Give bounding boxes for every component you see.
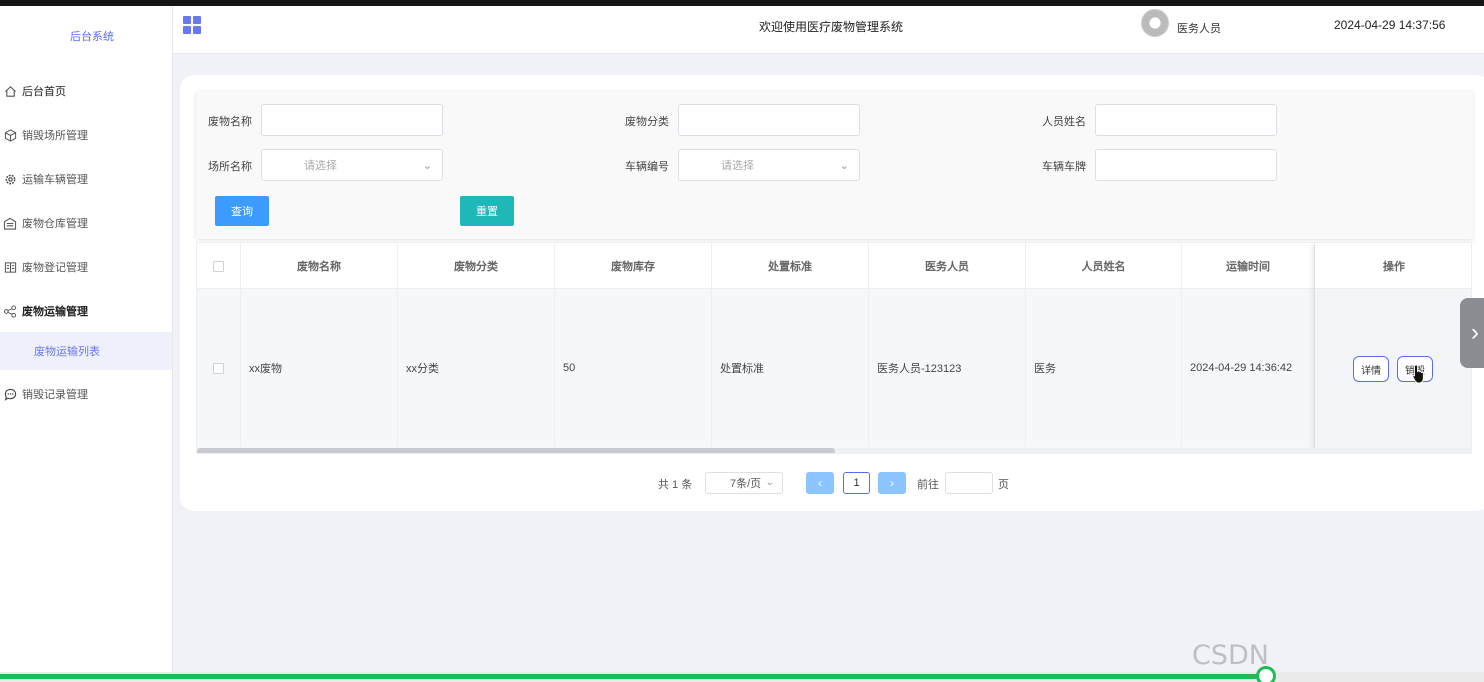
cell-standard: 处置标准 (712, 289, 869, 447)
welcome-title: 欢迎使用医疗废物管理系统 (759, 20, 904, 34)
select-all-cell (197, 243, 241, 289)
detail-button[interactable]: 详情 (1353, 356, 1389, 382)
column-header[interactable]: 处置标准 (712, 243, 869, 289)
share-icon (2, 303, 18, 319)
chevron-right-icon: › (1471, 319, 1479, 346)
waste-name-input[interactable] (261, 104, 443, 136)
next-slide-button[interactable]: › (1460, 298, 1484, 368)
cell-transport-time: 2024-04-29 14:36:42 (1182, 289, 1315, 447)
goto-page-input[interactable] (945, 472, 993, 494)
waste-name-label: 废物名称 (208, 116, 252, 128)
sidebar-item-label: 运输车辆管理 (22, 174, 88, 186)
staff-name-input[interactable] (1095, 104, 1277, 136)
total-count: 共 1 条 (658, 479, 693, 491)
page-size-value: 7条/页 (730, 478, 762, 490)
cell-person: 医务 (1026, 289, 1182, 447)
sidebar-item-destroy-site[interactable]: 销毁场所管理 (0, 116, 172, 154)
top-header: 欢迎使用医疗废物管理系统 医务人员 2024-04-29 14:37:56 (173, 6, 1484, 54)
sidebar-item-destroy-records[interactable]: 销毁记录管理 (0, 375, 172, 413)
next-page-button[interactable]: › (878, 472, 906, 494)
chevron-down-icon: ⌄ (839, 160, 849, 172)
reset-button[interactable]: 重置 (460, 196, 514, 226)
sidebar-item-transport[interactable]: 废物运输管理 (0, 292, 172, 330)
cell-staff: 医务人员-123123 (869, 289, 1026, 447)
site-name-placeholder: 请选择 (304, 160, 337, 172)
avatar[interactable] (1141, 9, 1169, 37)
sidebar-item-label: 后台首页 (22, 86, 66, 98)
cell-waste-name: xx废物 (241, 289, 398, 447)
column-header[interactable]: 废物库存 (555, 243, 712, 289)
site-name-select[interactable]: 请选择 ⌄ (261, 149, 443, 181)
chevron-right-icon: › (890, 476, 894, 490)
brand-title: 后台系统 (70, 31, 114, 43)
table-header: 废物名称 废物分类 废物库存 处置标准 医务人员 人员姓名 运输时间 (197, 243, 1471, 289)
hand-cursor-icon (1412, 364, 1424, 384)
page-size-select[interactable]: 7条/页 ⌄ (705, 472, 783, 494)
sidebar-item-label: 销毁记录管理 (22, 389, 88, 401)
cube-icon (2, 127, 18, 143)
row-select-cell (197, 289, 241, 447)
sidebar-item-transport-list[interactable]: 废物运输列表 (0, 332, 172, 370)
sidebar-item-label: 废物登记管理 (22, 262, 88, 274)
sidebar-item-label: 废物运输管理 (22, 306, 88, 318)
operations-column: 操作 详情 销毁 (1315, 243, 1471, 453)
sidebar-item-warehouse[interactable]: 废物仓库管理 (0, 204, 172, 242)
vehicle-no-label: 车辆编号 (625, 161, 669, 173)
warehouse-icon (2, 215, 18, 231)
page-unit-label: 页 (998, 479, 1009, 491)
waste-category-label: 废物分类 (625, 116, 669, 128)
column-header[interactable]: 人员姓名 (1026, 243, 1182, 289)
home-icon (2, 83, 18, 99)
query-button[interactable]: 查询 (215, 196, 269, 226)
plate-label: 车辆车牌 (1042, 161, 1086, 173)
user-role[interactable]: 医务人员 (1177, 20, 1221, 36)
column-header: 操作 (1315, 243, 1471, 289)
site-name-label: 场所名称 (208, 161, 252, 173)
sidebar-item-vehicle[interactable]: 运输车辆管理 (0, 160, 172, 198)
grid-menu-icon[interactable] (183, 16, 201, 34)
sidebar-item-registration[interactable]: 废物登记管理 (0, 248, 172, 286)
video-progress-bar[interactable] (0, 666, 1484, 682)
row-checkbox[interactable] (213, 362, 224, 374)
sidebar-item-home[interactable]: 后台首页 (0, 72, 172, 110)
progress-knob[interactable] (1256, 666, 1276, 682)
chevron-down-icon: ⌄ (422, 160, 432, 172)
goto-label: 前往 (917, 479, 939, 491)
page-number[interactable]: 1 (843, 472, 870, 494)
horizontal-scrollbar[interactable] (197, 448, 1471, 453)
sidebar-item-label: 废物运输列表 (34, 346, 100, 358)
select-all-checkbox[interactable] (213, 260, 224, 272)
sidebar-item-label: 废物仓库管理 (22, 218, 88, 230)
book-icon (2, 259, 18, 275)
vehicle-no-placeholder: 请选择 (721, 160, 754, 172)
progress-fill (0, 674, 1266, 679)
column-header[interactable]: 废物分类 (398, 243, 555, 289)
prev-page-button[interactable]: ‹ (806, 472, 834, 494)
chat-icon (2, 386, 18, 402)
waste-category-input[interactable] (678, 104, 860, 136)
staff-name-label: 人员姓名 (1042, 116, 1086, 128)
data-table: 废物名称 废物分类 废物库存 处置标准 医务人员 人员姓名 运输时间 xx废物 … (196, 242, 1472, 454)
scrollbar-thumb[interactable] (197, 448, 835, 453)
cell-stock: 50 (555, 289, 712, 447)
column-header[interactable]: 废物名称 (241, 243, 398, 289)
gear-icon (2, 171, 18, 187)
chevron-down-icon: ⌄ (765, 477, 774, 488)
chevron-left-icon: ‹ (818, 476, 822, 490)
table-row: xx废物 xx分类 50 处置标准 医务人员-123123 医务 2024-04… (197, 289, 1471, 447)
column-header[interactable]: 运输时间 (1182, 243, 1315, 289)
plate-input[interactable] (1095, 149, 1277, 181)
sidebar-item-label: 销毁场所管理 (22, 130, 88, 142)
column-header[interactable]: 医务人员 (869, 243, 1026, 289)
vehicle-no-select[interactable]: 请选择 ⌄ (678, 149, 860, 181)
current-datetime: 2024-04-29 14:37:56 (1334, 18, 1446, 32)
cell-waste-category: xx分类 (398, 289, 555, 447)
